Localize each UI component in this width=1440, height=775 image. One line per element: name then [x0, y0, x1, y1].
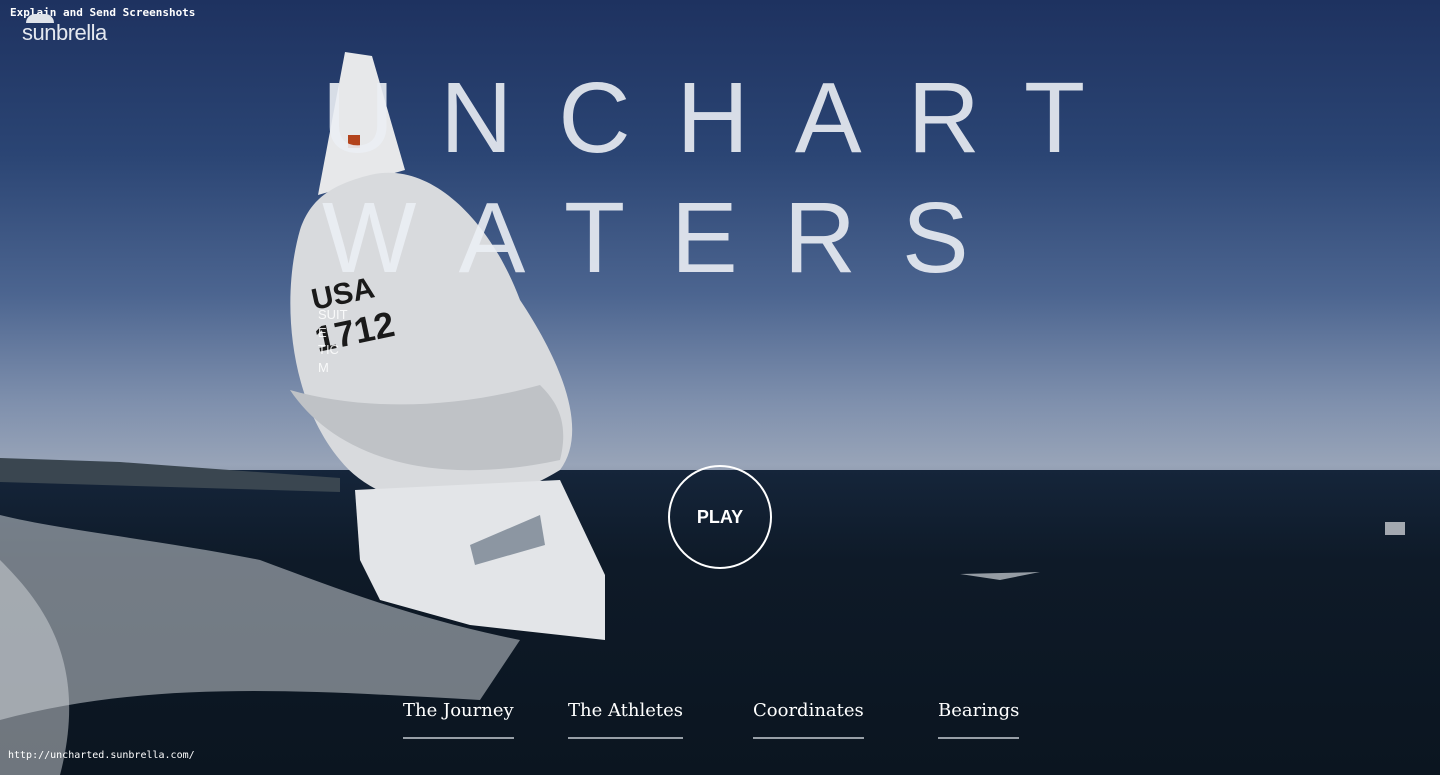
overlay-fragment: E: [318, 325, 327, 340]
nav-link[interactable]: The Athletes: [568, 700, 684, 739]
hero-title-line1: UNCHART: [322, 62, 1132, 174]
umbrella-icon: [26, 14, 54, 23]
nav-item-athletes[interactable]: The Athletes: [568, 700, 684, 739]
nav-item-bearings[interactable]: Bearings: [938, 700, 1020, 739]
logo-text: sunbrella: [22, 20, 107, 45]
nav-link[interactable]: The Journey: [403, 700, 514, 739]
nav-link[interactable]: Bearings: [938, 700, 1020, 739]
distant-boat: [1385, 522, 1405, 535]
wave-crest: [960, 572, 1040, 580]
shoreline: [0, 458, 340, 492]
overlay-fragment: TIC: [318, 342, 339, 357]
hero-video-background: USA 1712 Explain and Send Screenshots su…: [0, 0, 1440, 775]
nav-item-journey[interactable]: The Journey: [403, 700, 514, 739]
sunbrella-logo[interactable]: sunbrella: [22, 14, 107, 46]
overlay-fragment: SUIT: [318, 307, 348, 322]
hero-title-line2: WATERS: [322, 182, 1015, 294]
nav-link[interactable]: Coordinates: [753, 700, 864, 739]
nav-item-coordinates[interactable]: Coordinates: [753, 700, 864, 739]
play-button[interactable]: PLAY: [668, 465, 772, 569]
overlay-fragment: M: [318, 360, 329, 375]
status-url: http://uncharted.sunbrella.com/: [8, 750, 195, 761]
